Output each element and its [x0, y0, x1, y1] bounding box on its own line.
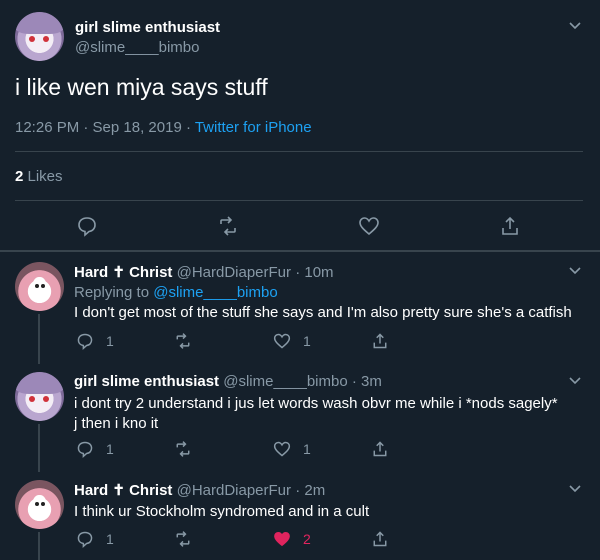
reply-text: i dont try 2 understand i jus let words …	[74, 395, 558, 432]
share-icon	[373, 531, 387, 547]
reply-age[interactable]: · 10m	[291, 264, 333, 281]
reply-icon[interactable]	[76, 215, 98, 237]
user-handle[interactable]: @slime____bimbo	[223, 373, 347, 390]
thread-line	[38, 314, 40, 364]
retweet-action[interactable]	[174, 440, 204, 458]
thread-line	[38, 424, 40, 472]
tweet-timestamp[interactable]: 12:26 PM · Sep 18, 2019 ·	[15, 119, 195, 136]
share-action[interactable]	[371, 440, 389, 458]
share-icon	[373, 333, 387, 349]
avatar[interactable]	[15, 480, 64, 529]
like-count: 2	[303, 531, 311, 547]
reply-action[interactable]: 1	[76, 332, 114, 350]
like-count: 1	[303, 441, 311, 457]
likes-count[interactable]: 2 Likes	[15, 168, 63, 185]
tweet-source-link[interactable]: Twitter for iPhone	[195, 119, 312, 136]
tweet-text: i like wen miya says stuff	[15, 74, 268, 100]
share-action[interactable]	[371, 530, 389, 548]
reply-tweet[interactable]: Hard ✝ Christ @HardDiaperFur · 10m Reply…	[0, 252, 600, 364]
like-icon	[273, 333, 291, 349]
reply-header: Hard ✝ Christ @HardDiaperFur · 2m	[74, 481, 325, 499]
avatar[interactable]	[15, 262, 64, 311]
retweet-icon	[176, 531, 190, 547]
replying-to: Replying to @slime____bimbo	[74, 284, 278, 301]
reply-text: I think ur Stockholm syndromed and in a …	[74, 503, 370, 520]
avatar[interactable]	[15, 372, 64, 421]
reply-action[interactable]: 1	[76, 440, 114, 458]
replying-to-link[interactable]: @slime____bimbo	[153, 284, 277, 301]
retweet-action[interactable]	[174, 332, 204, 350]
avatar[interactable]	[15, 12, 64, 61]
like-icon[interactable]	[358, 215, 380, 237]
reply-tweet[interactable]: girl slime enthusiast @slime____bimbo · …	[0, 364, 600, 472]
like-action[interactable]: 1	[273, 332, 311, 350]
reply-count: 1	[106, 441, 114, 457]
reply-tweet[interactable]: Hard ✝ Christ @HardDiaperFur · 2m I thin…	[0, 472, 600, 560]
user-handle[interactable]: @HardDiaperFur	[177, 482, 291, 499]
retweet-icon	[176, 441, 190, 457]
reply-text: I don't get most of the stuff she says a…	[74, 304, 572, 321]
reply-icon	[77, 531, 93, 548]
display-name[interactable]: girl slime enthusiast	[74, 373, 219, 390]
like-action[interactable]: 2	[273, 530, 311, 548]
display-name[interactable]: girl slime enthusiast	[75, 19, 220, 36]
display-name[interactable]: Hard ✝ Christ	[74, 482, 172, 499]
reply-header: girl slime enthusiast @slime____bimbo · …	[74, 373, 382, 390]
retweet-action[interactable]	[174, 530, 204, 548]
share-icon	[373, 441, 387, 457]
main-tweet: girl slime enthusiast @slime____bimbo i …	[0, 0, 600, 252]
tweet-meta: 12:26 PM · Sep 18, 2019 · Twitter for iP…	[15, 119, 312, 136]
share-icon[interactable]	[499, 215, 521, 237]
user-handle[interactable]: @HardDiaperFur	[177, 264, 291, 281]
like-icon	[273, 441, 291, 457]
retweet-icon[interactable]	[217, 215, 239, 237]
reply-count: 1	[106, 333, 114, 349]
retweet-icon	[176, 333, 190, 349]
like-filled-icon	[274, 531, 290, 547]
reply-icon	[77, 333, 93, 350]
like-count: 1	[303, 333, 311, 349]
user-handle[interactable]: @slime____bimbo	[75, 39, 199, 56]
chevron-down-icon[interactable]	[567, 480, 583, 496]
chevron-down-icon[interactable]	[567, 17, 583, 33]
reply-age[interactable]: · 2m	[291, 482, 325, 499]
reply-icon	[77, 441, 93, 458]
reply-age[interactable]: · 3m	[348, 373, 382, 390]
likes-label: Likes	[23, 168, 63, 185]
thread-line	[38, 532, 40, 560]
share-action[interactable]	[371, 332, 389, 350]
reply-count: 1	[106, 531, 114, 547]
like-action[interactable]: 1	[273, 440, 311, 458]
replying-prefix: Replying to	[74, 284, 154, 301]
chevron-down-icon[interactable]	[567, 372, 583, 388]
display-name[interactable]: Hard ✝ Christ	[74, 264, 172, 281]
reply-header: Hard ✝ Christ @HardDiaperFur · 10m	[74, 263, 334, 281]
reply-action[interactable]: 1	[76, 530, 114, 548]
divider	[15, 200, 583, 201]
chevron-down-icon[interactable]	[567, 262, 583, 278]
divider	[15, 151, 583, 152]
